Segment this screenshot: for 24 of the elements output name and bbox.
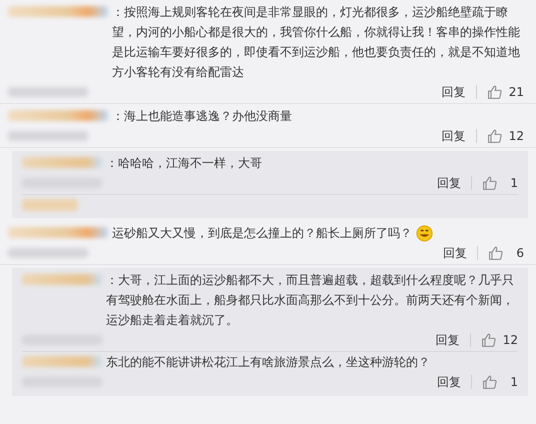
like-count: 1	[509, 176, 518, 190]
like-count: 12	[508, 129, 524, 143]
reply-text: ：大哥，江上面的运沙船都不大，而且普遍超载，超载到什么程度呢？几乎只有驾驶舱在水面上，船身都只比水面高那么不到十公分。前两天还有个新闻，运沙船走着走着就沉了。	[106, 272, 515, 329]
thumbs-up-icon[interactable]	[486, 84, 503, 100]
reply-link[interactable]: 回复	[442, 128, 466, 144]
thumbs-up-icon[interactable]	[488, 245, 504, 261]
reply-text: ：哈哈哈，江海不一样，大哥	[106, 155, 262, 172]
like-count: 21	[508, 85, 524, 99]
thumbs-up-icon[interactable]	[480, 332, 497, 348]
reply-link[interactable]: 回复	[437, 374, 461, 390]
like-count: 12	[502, 333, 518, 347]
thumbs-up-icon[interactable]	[482, 175, 498, 191]
reply-link[interactable]: 回复	[443, 244, 467, 262]
comment-text: 运砂船又大又慢，到底是怎么撞上的？船长上厕所了吗？	[112, 225, 412, 242]
like-count: 1	[509, 375, 518, 389]
thumbs-up-icon[interactable]	[486, 128, 503, 144]
comment-text: ：海上也能造事逃逸？办他没商量	[112, 108, 292, 125]
comment-text: ：按照海上规则客轮在夜间是非常显眼的，灯光都很多，运沙船绝壁疏于瞭望，内河的小船心都是很大的，我管你什么船，你就得让我！客串的操作性能是比运输车要好很多的，即使看不到运沙船，他也要负责任的，就是不知道地方小客轮有没有给配雷达	[112, 4, 521, 81]
reply-link[interactable]: 回复	[442, 84, 466, 100]
reply-link[interactable]: 回复	[436, 332, 460, 348]
like-count: 6	[515, 246, 524, 260]
thumbs-up-icon[interactable]	[482, 374, 498, 390]
reply-text: 东北的能不能讲讲松花江上有啥旅游景点么，坐这种游轮的？	[106, 354, 430, 371]
reply-link[interactable]: 回复	[437, 174, 461, 192]
